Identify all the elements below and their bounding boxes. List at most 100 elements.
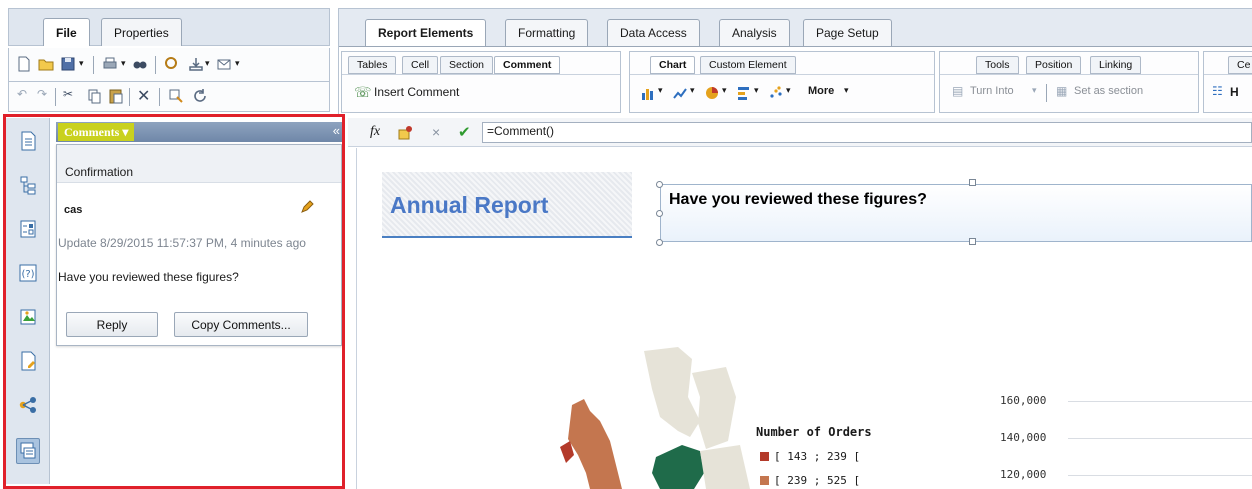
redo-icon[interactable]: ↷ (37, 87, 55, 105)
fx-label[interactable]: fx (370, 124, 380, 140)
document-summary-icon[interactable] (16, 128, 40, 154)
partial-h-button[interactable]: H (1230, 85, 1239, 99)
separator (93, 56, 94, 74)
comments-panel-icon[interactable] (16, 438, 40, 464)
validate-formula-icon[interactable]: ✔ (458, 123, 471, 141)
map-legend-title: Number of Orders (756, 425, 872, 439)
cut-icon[interactable]: ✂ (63, 87, 81, 105)
more-dropdown-icon[interactable]: ▾ (844, 85, 849, 96)
file-tab-strip: File Properties (8, 8, 330, 46)
subtab-section[interactable]: Section (440, 56, 494, 74)
europe-map (560, 347, 750, 489)
cell-format-icon[interactable]: ☷ (1212, 84, 1223, 98)
resize-handle[interactable] (656, 181, 663, 188)
resize-handle[interactable] (656, 239, 663, 246)
tab-file[interactable]: File (43, 18, 90, 46)
ribbon: Report Elements Formatting Data Access A… (338, 8, 1252, 114)
collapse-panel-icon[interactable]: « (333, 123, 340, 138)
edit-pencil-icon[interactable] (300, 200, 314, 214)
tab-formatting[interactable]: Formatting (505, 19, 589, 46)
group-cell-partial: Ce ☷ H (1203, 51, 1252, 113)
separator (159, 88, 160, 106)
map-region-central (700, 445, 750, 489)
insert-comment-icon[interactable]: ☏ (354, 84, 372, 101)
refresh-icon[interactable] (191, 87, 209, 105)
subtab-tools[interactable]: Tools (976, 56, 1019, 74)
copy-icon[interactable] (85, 87, 103, 105)
subtab-custom-element[interactable]: Custom Element (700, 56, 796, 74)
new-document-icon[interactable] (15, 55, 33, 73)
comment-cell[interactable]: Have you reviewed these figures? (660, 184, 1252, 242)
turn-into-button[interactable]: Turn Into (970, 85, 1014, 97)
format-painter-icon[interactable] (167, 87, 185, 105)
links-icon[interactable] (16, 392, 40, 418)
pie-chart-icon[interactable] (704, 85, 720, 101)
open-folder-icon[interactable] (37, 55, 55, 73)
separator (1046, 84, 1047, 102)
comments-menu-button[interactable]: Comments ▾ (58, 123, 135, 141)
subtab-linking[interactable]: Linking (1090, 56, 1142, 74)
y-gridline (1068, 475, 1252, 476)
horizontal-bar-icon[interactable] (736, 85, 752, 101)
set-as-section-icon: ▦ (1056, 84, 1068, 98)
paste-icon[interactable] (107, 87, 125, 105)
document-structure-icon[interactable] (16, 348, 40, 374)
bar-chart-icon[interactable] (640, 85, 656, 101)
delete-icon[interactable]: ✕ (137, 86, 155, 105)
available-objects-icon[interactable] (16, 304, 40, 330)
tab-page-setup[interactable]: Page Setup (803, 19, 892, 46)
export-icon[interactable] (187, 55, 205, 73)
input-controls-icon[interactable] (16, 216, 40, 242)
undo-icon[interactable]: ↶ (17, 87, 35, 105)
tab-data-access[interactable]: Data Access (607, 19, 700, 46)
more-charts-button[interactable]: More (808, 85, 834, 97)
comments-title: Comments (64, 125, 120, 139)
copy-comments-button[interactable]: Copy Comments... (174, 312, 308, 337)
subtab-cell[interactable]: Cell (402, 56, 439, 74)
subtab-cell-partial[interactable]: Ce (1228, 56, 1252, 74)
tab-properties[interactable]: Properties (101, 18, 182, 46)
turn-into-dropdown-icon[interactable]: ▾ (1032, 85, 1037, 96)
pie-chart-dropdown-icon[interactable]: ▾ (722, 85, 727, 96)
subtab-chart[interactable]: Chart (650, 56, 696, 74)
insert-comment-button[interactable]: Insert Comment (374, 85, 459, 99)
subtab-comment[interactable]: Comment (494, 56, 561, 74)
send-mail-icon[interactable] (215, 55, 233, 73)
page-edge (356, 148, 357, 489)
resize-handle[interactable] (656, 210, 663, 217)
horizontal-bar-dropdown-icon[interactable]: ▾ (754, 85, 759, 96)
mail-dropdown-icon[interactable]: ▾ (235, 58, 253, 76)
map-region-uk (568, 399, 622, 489)
save-dropdown-icon[interactable]: ▾ (79, 58, 97, 76)
group-tools: Tools Position Linking ▤ Turn Into ▾ ▦ S… (939, 51, 1199, 113)
report-title-cell[interactable]: Annual Report (382, 172, 632, 238)
legend-row: [ 239 ; 525 [ (760, 474, 860, 487)
comment-author: cas (64, 204, 83, 216)
scatter-chart-icon[interactable] (768, 85, 784, 101)
save-icon[interactable] (59, 55, 77, 73)
tools-group-body: ▤ Turn Into ▾ ▦ Set as section (940, 74, 1198, 112)
subtab-tables[interactable]: Tables (348, 56, 397, 74)
line-chart-icon[interactable] (672, 85, 688, 101)
tab-analysis[interactable]: Analysis (719, 19, 790, 46)
reply-button[interactable]: Reply (66, 312, 158, 337)
scatter-dropdown-icon[interactable]: ▾ (786, 85, 791, 96)
formula-input[interactable]: =Comment() (482, 122, 1252, 143)
tab-report-elements[interactable]: Report Elements (365, 19, 487, 46)
help-variables-icon[interactable]: (?) (16, 260, 40, 286)
formula-editor-icon[interactable] (396, 124, 414, 142)
cancel-formula-icon[interactable]: × (432, 124, 440, 140)
line-chart-dropdown-icon[interactable]: ▾ (690, 85, 695, 96)
print-icon[interactable] (101, 55, 119, 73)
comments-panel: Comments ▾ « Confirmation cas Update 8/2… (50, 118, 342, 484)
bar-chart-dropdown-icon[interactable]: ▾ (658, 85, 663, 96)
report-map-icon[interactable] (16, 172, 40, 198)
resize-handle[interactable] (969, 238, 976, 245)
track-changes-icon[interactable] (163, 55, 181, 73)
find-icon[interactable] (131, 55, 149, 73)
set-as-section-button[interactable]: Set as section (1074, 85, 1143, 97)
resize-handle[interactable] (969, 179, 976, 186)
subtab-position[interactable]: Position (1026, 56, 1082, 74)
legend-label: [ 239 ; 525 [ (774, 474, 861, 487)
legend-swatch (760, 476, 769, 485)
